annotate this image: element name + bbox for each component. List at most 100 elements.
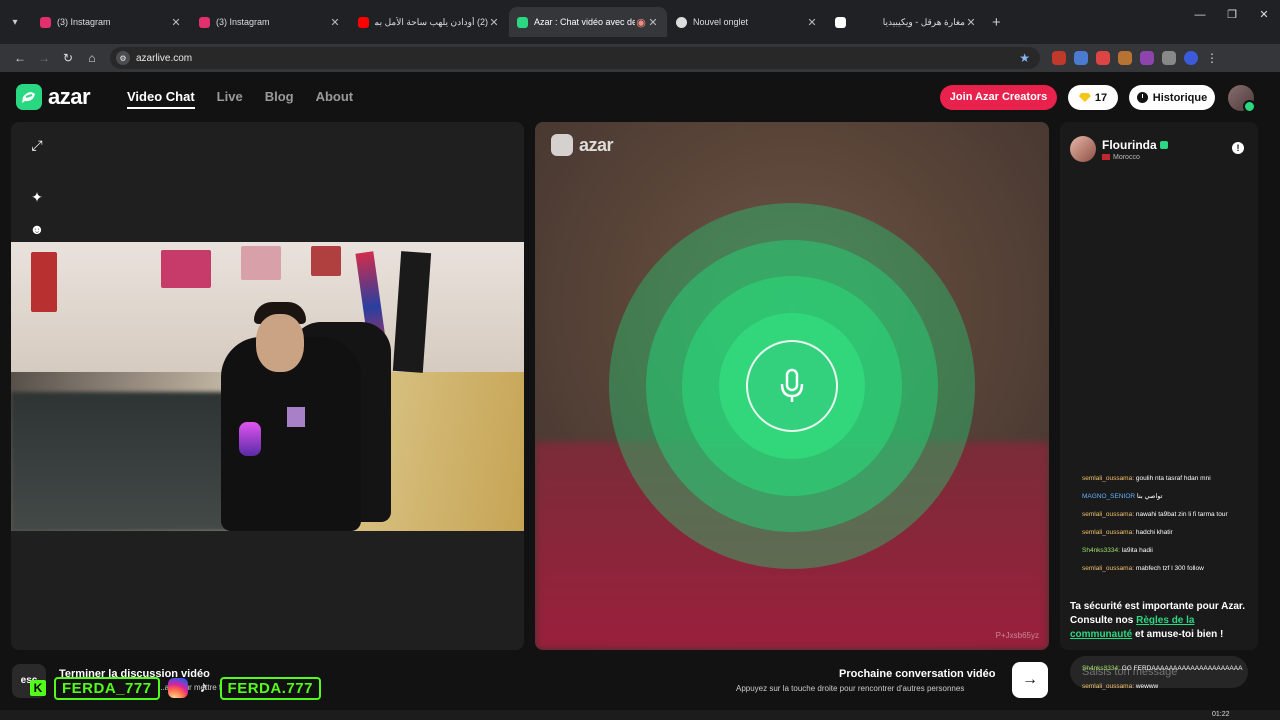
comment-user: Sh4nks3334: (1082, 547, 1120, 554)
tiktok-icon: ♪ (199, 679, 208, 696)
history-label: Historique (1152, 91, 1208, 104)
next-chat-hint: Appuyez sur la touche droite pour rencon… (736, 684, 965, 693)
nav-blog[interactable]: Blog (265, 89, 294, 109)
user-avatar[interactable] (1228, 85, 1256, 113)
close-icon[interactable]: ✕ (965, 16, 977, 29)
close-icon[interactable]: ✕ (806, 16, 818, 29)
extensions-area: ⋮ (1052, 51, 1220, 65)
comment-user: semlali_oussama: (1082, 511, 1135, 518)
bookmark-star-icon[interactable]: ★ (1019, 51, 1030, 65)
extension-icon[interactable] (1052, 51, 1066, 65)
restore-icon[interactable]: ❐ (1216, 0, 1248, 30)
list-item: MAGNO_SENIOR تواصي بنا (1082, 488, 1272, 506)
logo-text: azar (48, 84, 91, 109)
morocco-flag-icon (1102, 154, 1110, 160)
comment-user: semlali_oussama: (1082, 565, 1135, 572)
list-item: Sh4nks3334: la9ita hadii (1082, 542, 1272, 560)
comment-text: GG FERDAAAAAAAAAAAAAAAAAAAAA (1121, 665, 1243, 672)
reload-icon[interactable]: ↻ (56, 51, 80, 65)
peer-name-row: Flourinda (1102, 138, 1168, 152)
stream-chat-overlay-lower: Sh4nks3334: GG FERDAAAAAAAAAAAAAAAAAAAAA… (1082, 660, 1272, 696)
app-header: azar Video Chat Live Blog About Join Aza… (0, 72, 1280, 122)
instagram-icon (167, 678, 188, 698)
sparkle-effects-icon[interactable]: ✦ (22, 182, 52, 212)
forward-icon[interactable]: → (32, 51, 56, 65)
hoodie-logo (287, 407, 305, 427)
browser-tab[interactable]: (3) Instagram ✕ (32, 7, 190, 37)
close-icon[interactable]: ✕ (488, 16, 500, 29)
nav-live[interactable]: Live (217, 89, 243, 109)
self-video-tools: ⤢ ✦ ☻ (22, 130, 54, 244)
microphone (239, 422, 261, 456)
comment-user: MAGNO_SENIOR (1082, 493, 1136, 500)
comment-text: goulih nta tasraf hdan mni (1135, 475, 1211, 482)
nav-video-chat[interactable]: Video Chat (127, 89, 195, 109)
comment-text: la9ita hadii (1121, 547, 1153, 554)
nav-about[interactable]: About (316, 89, 354, 109)
list-item: semlali_oussama: goulih nta tasraf hdan … (1082, 470, 1272, 488)
tab-title: مغارة هرقل - ويكيبيديا (882, 16, 965, 27)
instagram-icon (199, 16, 210, 28)
profile-icon[interactable] (1184, 51, 1198, 65)
social-username: FERDA.777 (219, 676, 321, 700)
join-creators-button[interactable]: Join Azar Creators (940, 85, 1057, 110)
site-info-icon[interactable]: ⚙ (116, 51, 130, 65)
extension-icon[interactable] (1096, 51, 1110, 65)
self-video-panel (11, 122, 524, 650)
list-item: Sh4nks3334: GG FERDAAAAAAAAAAAAAAAAAAAAA (1082, 660, 1272, 678)
clock-time: 01:22 (1212, 711, 1230, 718)
peer-avatar[interactable] (1070, 136, 1096, 162)
tab-search-icon[interactable]: ▾ (4, 11, 26, 33)
poster (31, 252, 57, 312)
tab-title: Azar : Chat vidéo avec de n (534, 17, 635, 27)
poster (161, 250, 211, 288)
instagram-icon (40, 16, 51, 28)
tab-title: (2) أودادن يلهب ساحة الأمل بمور... (375, 16, 488, 27)
close-icon[interactable]: ✕ (329, 16, 341, 29)
comment-text: nawahi ta9bat zin li fi tarma tour (1135, 511, 1228, 518)
wikipedia-icon (835, 16, 846, 28)
extension-icon[interactable] (1074, 51, 1088, 65)
close-icon[interactable]: ✕ (647, 16, 659, 29)
browser-tab[interactable]: (2) أودادن يلهب ساحة الأمل بمور... ✕ (350, 7, 508, 37)
list-item: semlali_oussama: wewww (1082, 678, 1272, 696)
extension-icon[interactable] (1140, 51, 1154, 65)
back-icon[interactable]: ← (8, 51, 32, 65)
window-controls: — ❐ ✕ (1184, 0, 1280, 30)
peer-name: Flourinda (1102, 137, 1157, 152)
self-camera-feed (11, 242, 524, 531)
safety-text-end: et amuse-toi bien ! (1132, 629, 1224, 640)
face-filter-icon[interactable]: ☻ (22, 214, 52, 244)
gems-button[interactable]: 17 (1068, 85, 1118, 110)
tab-title: Nouvel onglet (693, 17, 749, 27)
new-tab-icon[interactable]: + (992, 14, 1001, 31)
url-field[interactable]: ⚙ azarlive.com ★ (110, 47, 1040, 69)
tab-title: (3) Instagram (57, 17, 111, 27)
browser-tab[interactable]: Nouvel onglet ✕ (668, 7, 826, 37)
comment-user: semlali_oussama: (1082, 529, 1135, 536)
report-icon[interactable]: ! (1232, 142, 1244, 154)
streamer-face (256, 314, 304, 372)
browser-tab[interactable]: (3) Instagram ✕ (191, 7, 349, 37)
browser-tab[interactable]: مغارة هرقل - ويكيبيديا ✕ (827, 7, 985, 37)
poster (241, 246, 281, 280)
close-icon[interactable]: ✕ (170, 16, 182, 29)
peer-country-row: Morocco (1102, 154, 1168, 161)
menu-dots-icon[interactable]: ⋮ (1206, 51, 1220, 65)
close-window-icon[interactable]: ✕ (1248, 0, 1280, 30)
expand-icon[interactable]: ⤢ (22, 130, 52, 160)
extension-icon[interactable] (1118, 51, 1132, 65)
comment-text: wewww (1135, 683, 1159, 690)
history-button[interactable]: Historique (1129, 85, 1215, 110)
next-chat-button[interactable]: → (1012, 662, 1048, 698)
puzzle-icon[interactable] (1162, 51, 1176, 65)
next-chat-label: Prochaine conversation vidéo (839, 668, 996, 680)
browser-tabbar: ▾ (3) Instagram ✕ (3) Instagram ✕ (2) أو… (0, 0, 1280, 44)
home-icon[interactable]: ⌂ (80, 51, 104, 65)
streamer-socials-overlay: K FERDA_777 ♪ FERDA.777 (30, 676, 321, 700)
minimize-icon[interactable]: — (1184, 0, 1216, 30)
peer-country: Morocco (1113, 153, 1140, 161)
browser-tab-active[interactable]: Azar : Chat vidéo avec de n ◉ ✕ (509, 7, 667, 37)
comment-text: mabfech tzf l 300 follow (1135, 565, 1204, 572)
azar-logo[interactable]: azar (16, 84, 91, 110)
